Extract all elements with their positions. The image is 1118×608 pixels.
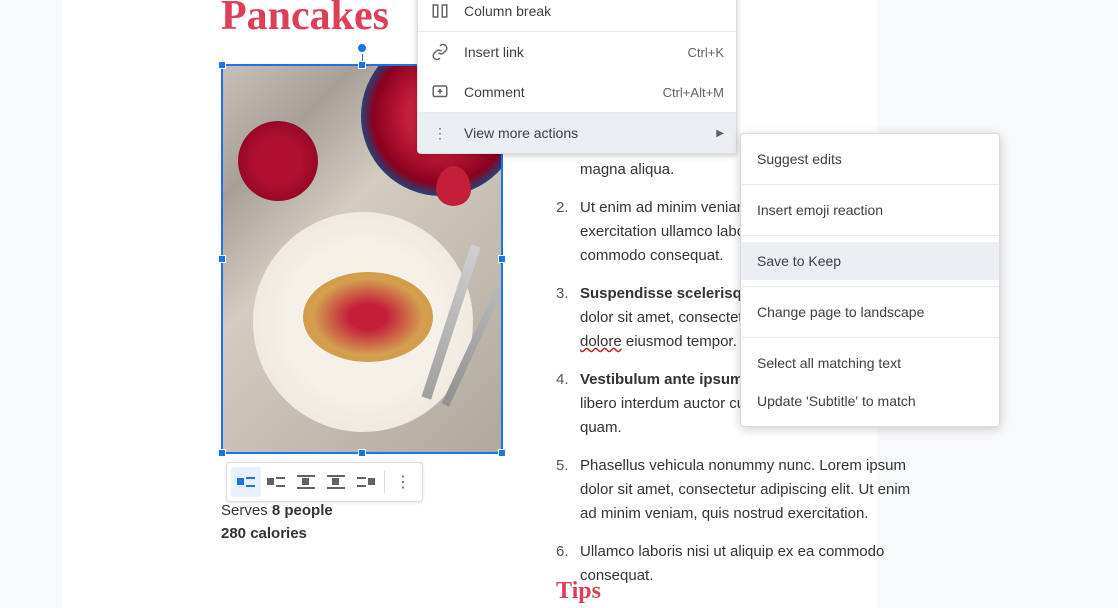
resize-handle-bl[interactable] <box>218 449 226 457</box>
resize-handle-br[interactable] <box>498 449 506 457</box>
list-item: Ullamco laboris nisi ut aliquip ex ea co… <box>556 540 916 588</box>
calories-value: 280 calories <box>221 525 307 542</box>
resize-handle-bm[interactable] <box>358 449 366 457</box>
submenu-change-landscape[interactable]: Change page to landscape <box>741 293 999 331</box>
break-text-button[interactable] <box>291 467 321 497</box>
shortcut-text: Ctrl+Alt+M <box>663 85 724 100</box>
resize-handle-tm[interactable] <box>358 61 366 69</box>
serves-label: Serves <box>221 502 268 519</box>
serves-value: 8 people <box>272 502 333 519</box>
more-vertical-icon: ⋮ <box>430 123 450 143</box>
comment-icon <box>430 82 450 102</box>
menu-column-break[interactable]: Column break <box>418 0 736 31</box>
resize-handle-ml[interactable] <box>218 255 226 263</box>
shortcut-text: Ctrl+K <box>688 45 724 60</box>
link-icon <box>430 42 450 62</box>
menu-view-more-actions[interactable]: ⋮ View more actions ▶ <box>418 113 736 153</box>
submenu-select-matching[interactable]: Select all matching text <box>741 344 999 382</box>
context-menu: Column break Insert link Ctrl+K Comment … <box>417 0 737 154</box>
submenu-insert-emoji[interactable]: Insert emoji reaction <box>741 191 999 229</box>
image-toolbar <box>226 462 423 502</box>
submenu-save-to-keep[interactable]: Save to Keep <box>741 242 999 280</box>
column-break-icon <box>430 1 450 21</box>
submenu-suggest-edits[interactable]: Suggest edits <box>741 140 999 178</box>
menu-comment[interactable]: Comment Ctrl+Alt+M <box>418 72 736 112</box>
recipe-title: Pancakes <box>221 0 389 40</box>
chevron-right-icon: ▶ <box>716 128 724 139</box>
submenu-update-subtitle[interactable]: Update 'Subtitle' to match <box>741 382 999 420</box>
resize-handle-tl[interactable] <box>218 61 226 69</box>
resize-handle-mr[interactable] <box>498 255 506 263</box>
tips-heading: Tips <box>556 578 601 605</box>
submenu-more-actions: Suggest edits Insert emoji reaction Save… <box>740 133 1000 427</box>
wrap-inline-button[interactable] <box>231 467 261 497</box>
list-item: Phasellus vehicula nonummy nunc. Lorem i… <box>556 454 916 526</box>
image-options-more-button[interactable] <box>388 467 418 497</box>
rotate-handle[interactable] <box>356 42 368 54</box>
wrap-text-button[interactable] <box>261 467 291 497</box>
recipe-meta: Serves 8 people 280 calories <box>221 502 333 548</box>
front-text-button[interactable] <box>351 467 381 497</box>
behind-text-button[interactable] <box>321 467 351 497</box>
menu-insert-link[interactable]: Insert link Ctrl+K <box>418 32 736 72</box>
